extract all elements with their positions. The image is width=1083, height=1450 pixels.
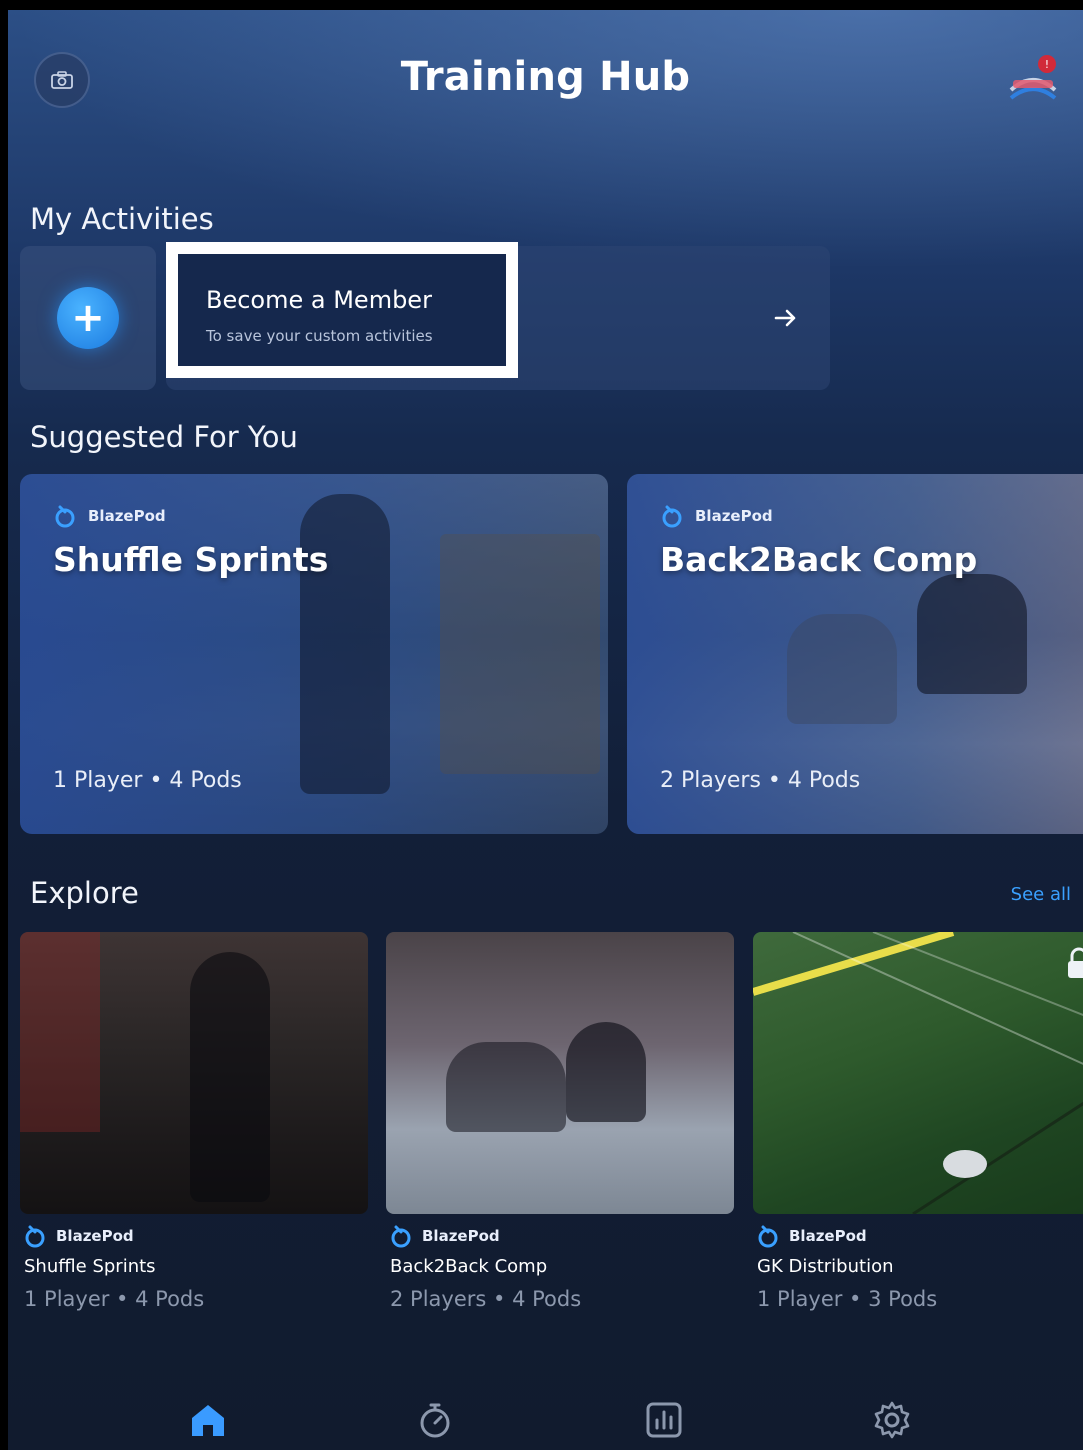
pods-connection-icon[interactable]: ! (1003, 50, 1063, 110)
brand-row: BlazePod (757, 1224, 1083, 1248)
brand-label: BlazePod (56, 1227, 134, 1245)
tab-home[interactable] (184, 1396, 232, 1444)
athlete-image (190, 952, 270, 1202)
brand-label: BlazePod (88, 507, 166, 525)
suggested-card-shuffle-sprints[interactable]: BlazePod Shuffle Sprints 1 Player • 4 Po… (20, 474, 608, 834)
brand-row: BlazePod (661, 504, 773, 528)
gym-background-image (20, 932, 100, 1132)
athlete-image (446, 1042, 566, 1132)
brand-row: BlazePod (54, 504, 166, 528)
plus-icon: + (71, 295, 105, 341)
add-activity-tile[interactable]: + (20, 246, 156, 390)
add-activity-button[interactable]: + (57, 287, 119, 349)
stopwatch-icon (420, 1403, 450, 1438)
blazepod-logo-icon (662, 505, 682, 528)
explore-title: Explore (30, 876, 139, 910)
tab-settings[interactable] (868, 1396, 916, 1444)
bottom-tab-bar (8, 1390, 1083, 1450)
card-title: Shuffle Sprints (53, 540, 329, 579)
blazepod-logo-icon (758, 1225, 778, 1248)
explore-item-gk-distribution[interactable]: BlazePod GK Distribution 1 Player • 3 Po… (753, 932, 1083, 1311)
card-title: Back2Back Comp (660, 540, 978, 579)
blazepod-logo-icon (391, 1225, 411, 1248)
suggested-title: Suggested For You (30, 420, 298, 454)
explore-item-back2back-comp[interactable]: BlazePod Back2Back Comp 2 Players • 4 Po… (386, 932, 734, 1311)
stats-icon (646, 1402, 682, 1438)
my-activities-row: + Become a Member To save your custom ac… (20, 242, 830, 390)
goal-net-image (753, 932, 1083, 1214)
member-card-title: Become a Member (206, 286, 432, 314)
explore-item-title: Shuffle Sprints (24, 1256, 156, 1277)
page-title: Training Hub (400, 54, 691, 100)
training-hub-screen: Training Hub ! My Activities + Become a … (8, 10, 1083, 1450)
explore-item-meta: 1 Player • 3 Pods (757, 1287, 938, 1311)
see-all-link[interactable]: See all (1011, 884, 1071, 905)
explore-thumbnail (753, 932, 1083, 1214)
tab-timer[interactable] (411, 1396, 459, 1444)
athlete-image (787, 614, 897, 724)
lock-icon (1068, 947, 1083, 978)
brand-label: BlazePod (422, 1227, 500, 1245)
member-card-subtitle: To save your custom activities (206, 327, 433, 345)
my-activities-title: My Activities (30, 202, 214, 236)
gear-icon (874, 1401, 910, 1439)
blazepod-logo-icon (25, 1225, 45, 1248)
explore-thumbnail (20, 932, 368, 1214)
arrow-right-icon[interactable] (772, 304, 800, 332)
brand-label: BlazePod (789, 1227, 867, 1245)
gym-equipment-image (440, 534, 600, 774)
tab-stats[interactable] (640, 1396, 688, 1444)
become-member-card[interactable]: Become a Member To save your custom acti… (166, 242, 830, 390)
brand-row: BlazePod (24, 1224, 368, 1248)
explore-item-title: Back2Back Comp (390, 1256, 548, 1277)
explore-thumbnail (386, 932, 734, 1214)
athlete-image (917, 574, 1027, 694)
athlete-image (300, 494, 390, 794)
explore-item-shuffle-sprints[interactable]: BlazePod Shuffle Sprints 1 Player • 4 Po… (20, 932, 368, 1311)
svg-text:!: ! (1045, 58, 1049, 71)
suggested-card-back2back-comp[interactable]: BlazePod Back2Back Comp 2 Players • 4 Po… (627, 474, 1083, 834)
brand-label: BlazePod (695, 507, 773, 525)
blazepod-logo-icon (55, 505, 75, 528)
athlete-image (566, 1022, 646, 1122)
card-meta: 1 Player • 4 Pods (53, 768, 242, 793)
home-icon (192, 1405, 224, 1436)
explore-item-title: GK Distribution (757, 1256, 894, 1277)
explore-item-meta: 2 Players • 4 Pods (390, 1287, 582, 1311)
card-meta: 2 Players • 4 Pods (660, 768, 861, 793)
explore-item-meta: 1 Player • 4 Pods (24, 1287, 205, 1311)
brand-row: BlazePod (390, 1224, 734, 1248)
